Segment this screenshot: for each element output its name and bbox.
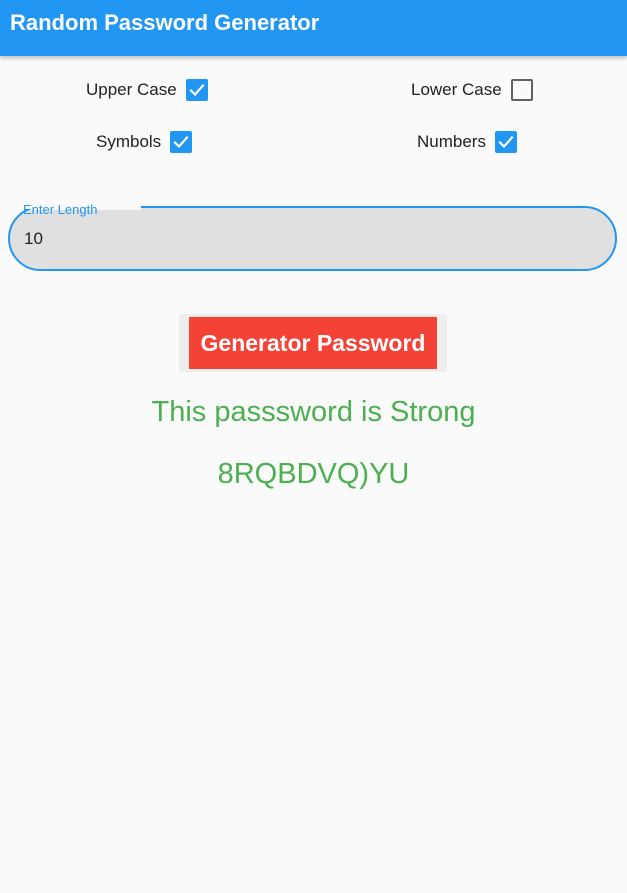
option-symbols[interactable]: Symbols xyxy=(96,130,193,154)
symbols-checkbox[interactable] xyxy=(170,131,193,153)
symbols-label: Symbols xyxy=(96,132,162,151)
app-title: Random Password Generator xyxy=(10,10,320,35)
length-input-label: Enter Length xyxy=(23,202,98,217)
app-bar: Random Password Generator xyxy=(0,0,627,56)
length-input[interactable]: 10 xyxy=(8,204,617,271)
upper-case-checkbox[interactable] xyxy=(185,79,208,101)
numbers-label: Numbers xyxy=(417,132,486,151)
generated-password: 8RQBDVQ)YU xyxy=(217,458,410,490)
option-upper-case[interactable]: Upper Case xyxy=(86,78,208,102)
numbers-checkbox[interactable] xyxy=(494,131,517,153)
lower-case-checkbox[interactable] xyxy=(510,79,533,101)
length-input-value[interactable]: 10 xyxy=(24,229,43,249)
password-strength-text: This passsword is Strong xyxy=(151,396,476,428)
checkmark-icon xyxy=(173,135,189,149)
generate-password-button[interactable]: Generator Password xyxy=(189,317,437,369)
checkmark-icon xyxy=(189,83,205,97)
lower-case-label: Lower Case xyxy=(411,80,502,99)
option-numbers[interactable]: Numbers xyxy=(417,130,517,154)
checkmark-icon xyxy=(498,135,514,149)
option-lower-case[interactable]: Lower Case xyxy=(411,78,533,102)
upper-case-label: Upper Case xyxy=(86,80,177,99)
